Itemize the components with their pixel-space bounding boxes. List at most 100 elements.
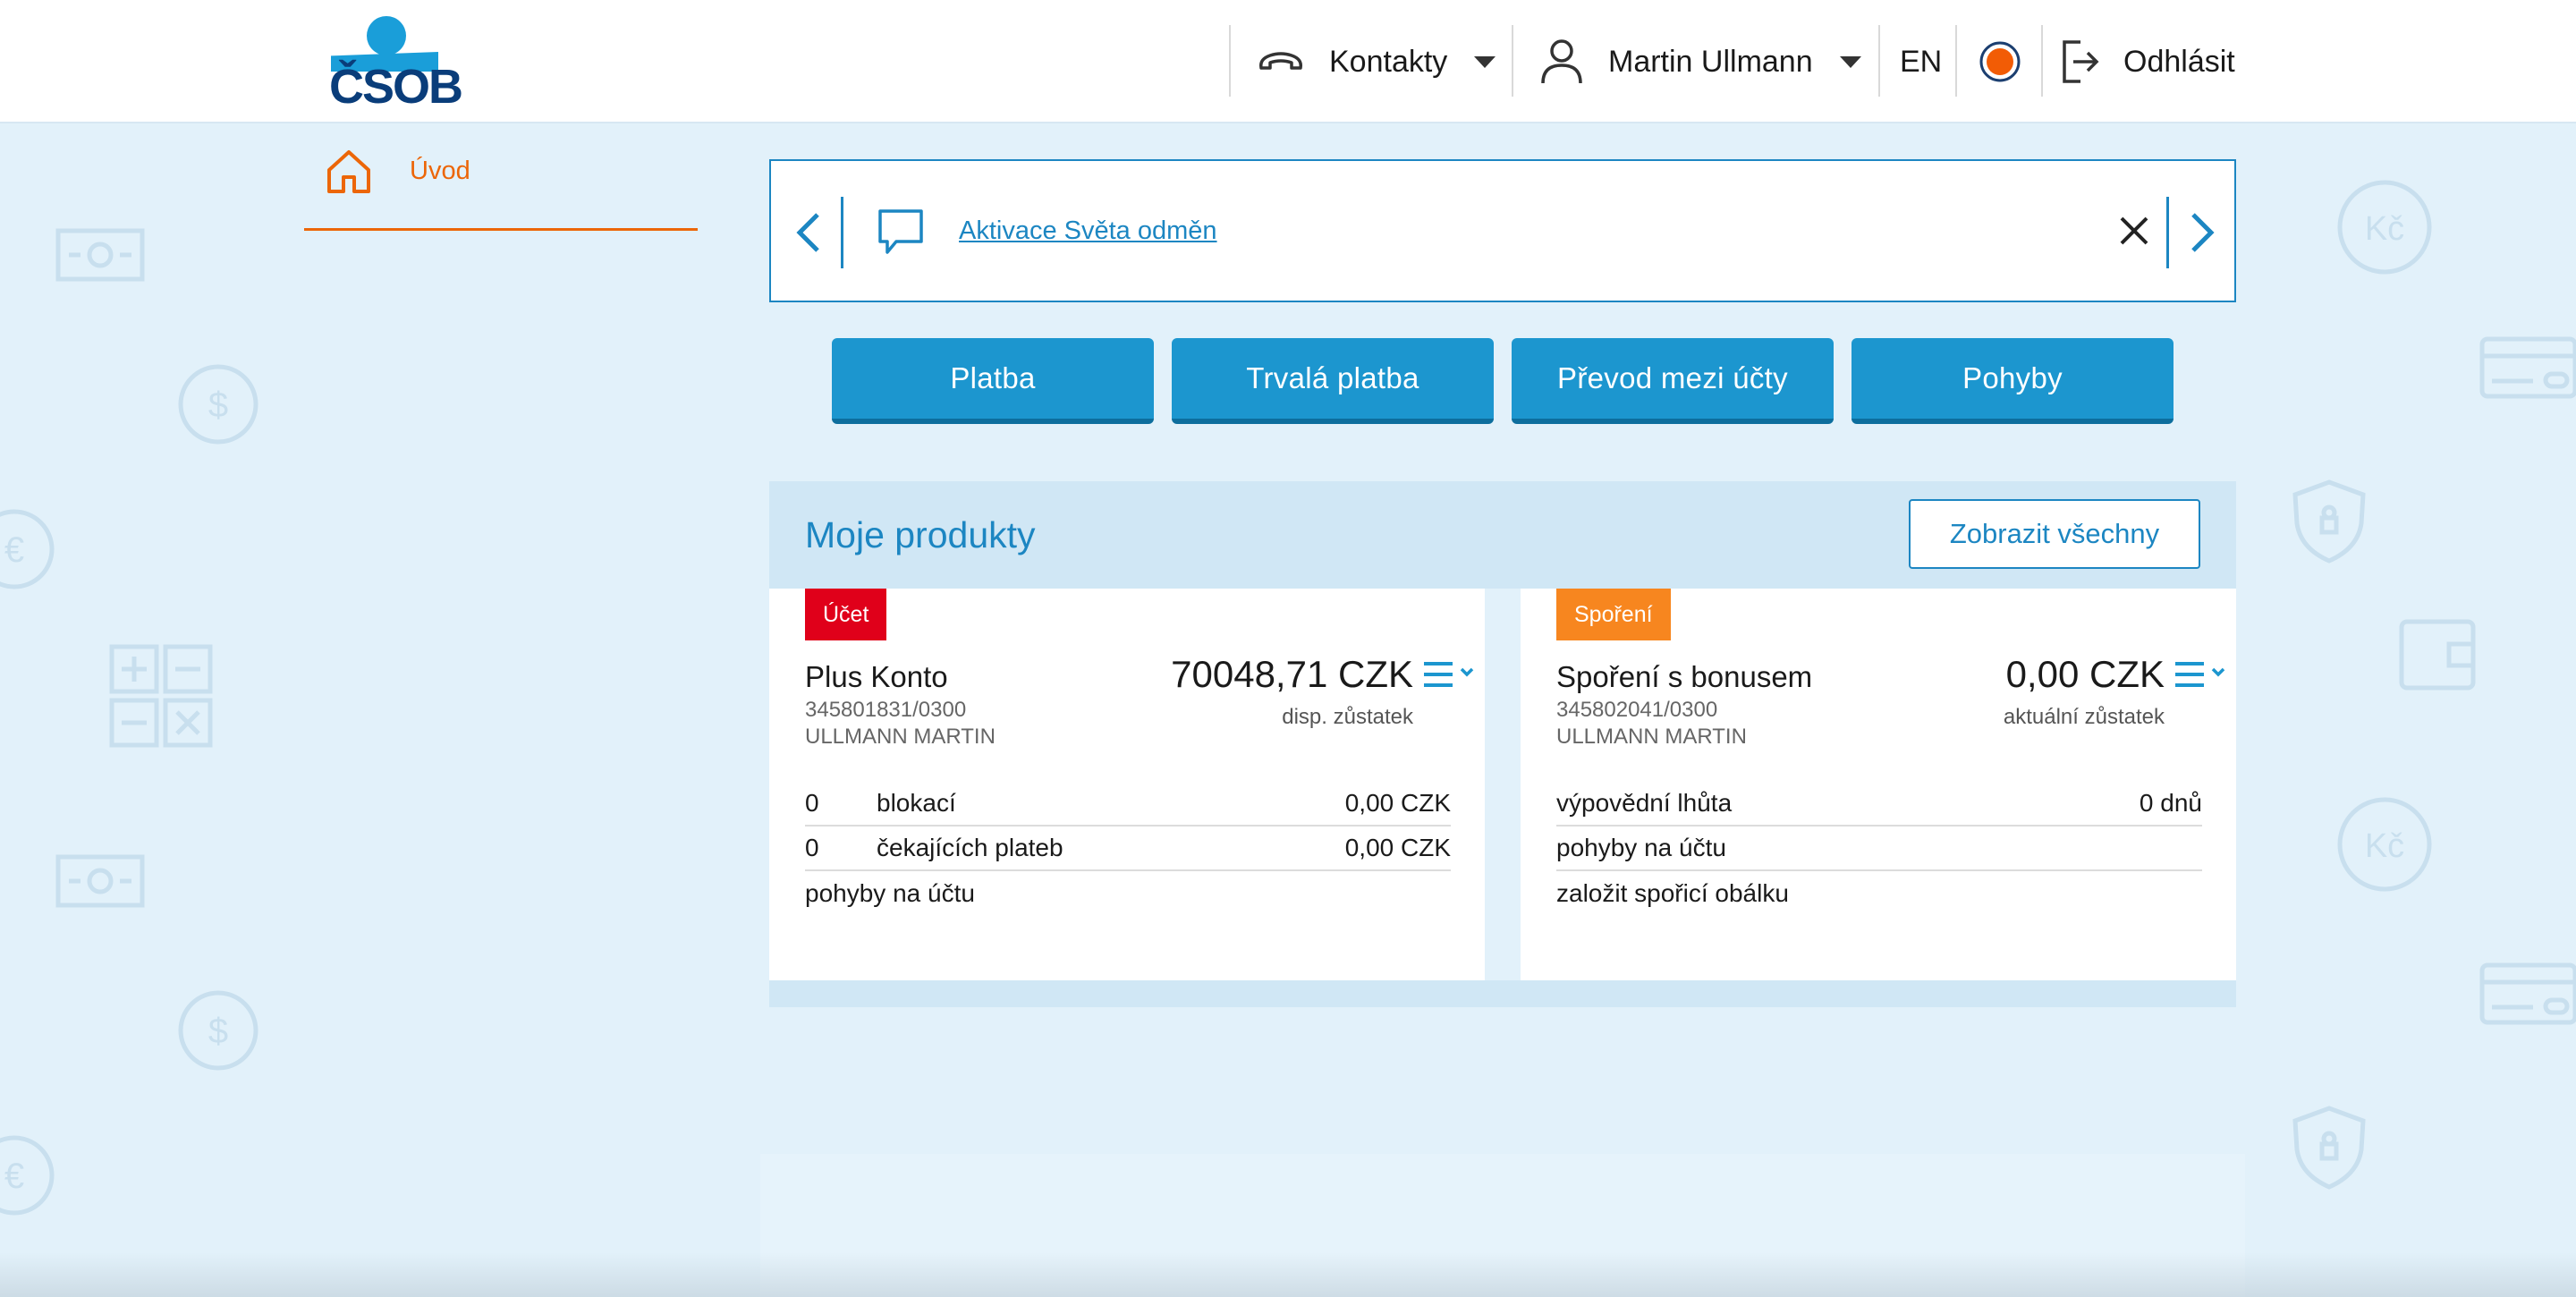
payment-button[interactable]: Platba	[832, 338, 1154, 424]
message-icon	[877, 208, 925, 256]
account-number: 345801831/0300	[805, 698, 967, 722]
list-item[interactable]: 0 čekajících plateb 0,00 CZK	[805, 827, 1451, 871]
shield-icon	[2292, 1105, 2367, 1195]
row-label: blokací	[877, 789, 956, 817]
header-divider	[1512, 25, 1513, 97]
standing-order-button[interactable]: Trvalá platba	[1172, 338, 1494, 424]
dollar-coin-icon: $	[177, 363, 259, 450]
list-item[interactable]: založit spořicí obálku	[1556, 871, 2202, 916]
products-header: Moje produkty Zobrazit všechny	[769, 481, 2236, 589]
product-name[interactable]: Spoření s bonusem	[1556, 660, 1812, 694]
status-indicator[interactable]	[1979, 0, 2021, 123]
product-tag: Účet	[805, 589, 887, 640]
notice-banner: Aktivace Světa odměn	[769, 159, 2236, 302]
logout-icon	[2061, 38, 2100, 85]
products-footer	[769, 980, 2236, 1007]
header-divider	[1878, 25, 1880, 97]
products-title: Moje produkty	[805, 513, 1036, 555]
row-label: výpovědní lhůta	[1556, 789, 1733, 817]
nav-item-home[interactable]: Úvod	[304, 143, 698, 231]
svg-text:Kč: Kč	[2365, 210, 2404, 248]
list-item[interactable]: 0 blokací 0,00 CZK	[805, 782, 1451, 827]
logout-label: Odhlásit	[2123, 44, 2235, 79]
card-icon	[2479, 962, 2576, 1030]
list-item[interactable]: výpovědní lhůta 0 dnů	[1556, 782, 2202, 827]
list-item[interactable]: pohyby na účtu	[1556, 827, 2202, 871]
svg-text:$: $	[208, 386, 228, 425]
row-label: založit spořicí obálku	[1556, 879, 1789, 907]
contacts-menu[interactable]: Kontakty	[1256, 0, 1496, 123]
close-icon[interactable]	[2113, 209, 2156, 252]
balance-amount: 70048,71 CZK	[1171, 653, 1413, 695]
svg-text:Kč: Kč	[2365, 827, 2404, 865]
shield-icon	[2292, 479, 2367, 569]
row-count: 0	[805, 834, 819, 861]
top-header: ČSOB Kontakty Martin Ullmann EN Odhlásit	[0, 0, 2576, 123]
dollar-coin-icon: $	[177, 989, 259, 1076]
euro-coin-icon: €	[0, 1134, 55, 1221]
row-label: pohyby na účtu	[1556, 834, 1726, 861]
language-label: EN	[1900, 44, 1943, 79]
product-card-savings[interactable]: Spoření Spoření s bonusem 345802041/0300…	[1521, 589, 2236, 980]
chevron-right-icon[interactable]	[2184, 208, 2220, 258]
list-item[interactable]: pohyby na účtu	[805, 871, 1451, 916]
product-name[interactable]: Plus Konto	[805, 660, 948, 694]
account-owner: ULLMANN MARTIN	[1556, 725, 1747, 749]
phone-icon	[1256, 48, 1306, 75]
logo-text: ČSOB	[329, 60, 463, 114]
nav-home-label: Úvod	[410, 157, 470, 185]
wallet-icon	[2399, 619, 2476, 695]
svg-text:€: €	[4, 530, 24, 570]
movements-button[interactable]: Pohyby	[1852, 338, 2174, 424]
banner-divider	[841, 197, 843, 268]
csob-logo[interactable]: ČSOB	[327, 16, 463, 114]
user-menu[interactable]: Martin Ullmann	[1540, 0, 1861, 123]
row-value: 0,00 CZK	[1344, 834, 1451, 861]
user-icon	[1540, 38, 1583, 85]
row-label: čekajících plateb	[877, 834, 1063, 861]
quick-actions: Platba Trvalá platba Převod mezi účty Po…	[832, 338, 2174, 424]
header-divider	[1955, 25, 1957, 97]
header-divider	[1229, 25, 1231, 97]
balance-amount: 0,00 CZK	[2005, 653, 2165, 695]
row-value: 0 dnů	[2139, 789, 2202, 817]
row-label: pohyby na účtu	[805, 879, 975, 907]
show-all-button[interactable]: Zobrazit všechny	[1909, 499, 2200, 569]
menu-icon[interactable]	[1422, 658, 1479, 694]
card-icon	[2479, 336, 2576, 403]
product-detail-list: 0 blokací 0,00 CZK 0 čekajících plateb 0…	[805, 782, 1451, 916]
euro-coin-icon: €	[0, 508, 55, 595]
svg-text:€: €	[4, 1157, 24, 1196]
notice-link[interactable]: Aktivace Světa odměn	[959, 161, 1217, 301]
koruna-coin-icon: Kč	[2336, 179, 2433, 280]
logout-button[interactable]: Odhlásit	[2061, 0, 2235, 123]
row-value: 0,00 CZK	[1344, 789, 1451, 817]
balance-caption: aktuální zůstatek	[2003, 705, 2165, 729]
row-count: 0	[805, 789, 819, 817]
language-switch[interactable]: EN	[1900, 0, 1942, 123]
product-card-account[interactable]: Účet Plus Konto 345801831/0300 ULLMANN M…	[769, 589, 1485, 980]
transfer-button[interactable]: Převod mezi účty	[1512, 338, 1834, 424]
banknote-icon	[55, 228, 145, 286]
status-dot-icon	[1979, 40, 2021, 83]
svg-text:$: $	[208, 1012, 228, 1051]
chevron-down-icon	[1839, 55, 1861, 68]
calculator-icon	[109, 644, 213, 752]
banner-divider	[2166, 197, 2169, 268]
logo-mark	[367, 16, 406, 55]
bottom-shadow	[0, 1252, 2576, 1297]
product-tag: Spoření	[1556, 589, 1671, 640]
balance-caption: disp. zůstatek	[1282, 705, 1413, 729]
contacts-label: Kontakty	[1329, 44, 1448, 79]
user-name: Martin Ullmann	[1608, 44, 1813, 79]
chevron-left-icon[interactable]	[791, 208, 826, 258]
chevron-down-icon	[1474, 55, 1496, 68]
banknote-icon	[55, 854, 145, 912]
product-detail-list: výpovědní lhůta 0 dnů pohyby na účtu zal…	[1556, 782, 2202, 916]
home-icon	[326, 148, 372, 195]
koruna-coin-icon: Kč	[2336, 796, 2433, 897]
account-number: 345802041/0300	[1556, 698, 1718, 722]
menu-icon[interactable]	[2174, 658, 2231, 694]
account-owner: ULLMANN MARTIN	[805, 725, 996, 749]
header-divider	[2041, 25, 2043, 97]
